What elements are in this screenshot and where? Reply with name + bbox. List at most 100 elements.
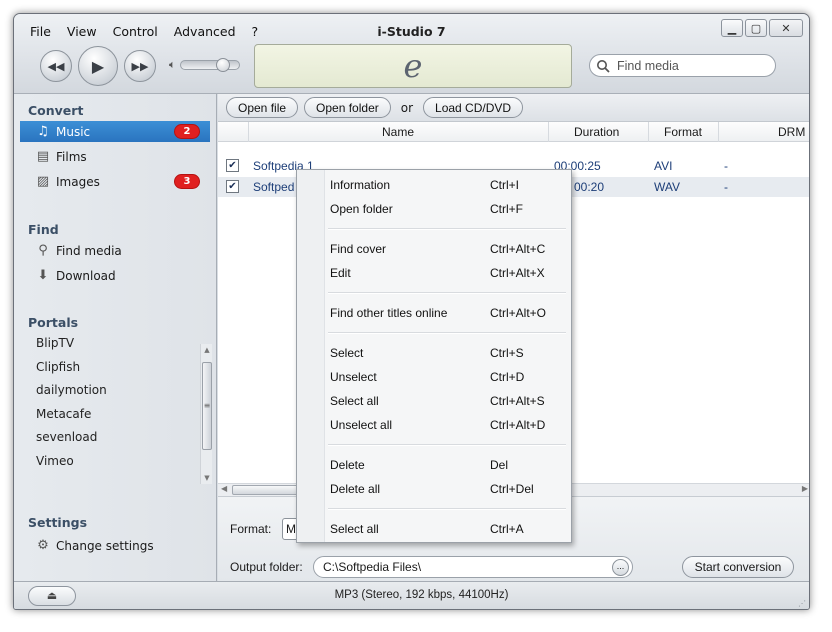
cell-name: Softped (253, 180, 295, 194)
column-header-duration[interactable]: Duration (574, 125, 619, 139)
sidebar-item-films[interactable]: ▤ Films (20, 146, 210, 167)
maximize-icon: ▢ (750, 21, 762, 35)
menu-item-label: Unselect all (330, 418, 393, 432)
menu-item-label: Unselect (330, 370, 377, 384)
scroll-up-icon[interactable]: ▲ (201, 346, 213, 354)
menu-item-shortcut: Ctrl+A (490, 522, 524, 536)
menu-item-open-folder[interactable]: Open folder Ctrl+F (330, 198, 568, 220)
table-header: Name Duration Format DRM (218, 122, 809, 142)
menu-bar: File View Control Advanced ? (22, 22, 266, 41)
sidebar-item-find-media[interactable]: ⚲ Find media (20, 240, 210, 261)
minimize-button[interactable]: ▁ (721, 19, 743, 37)
rewind-icon: ◀◀ (47, 59, 65, 73)
menu-separator (328, 444, 566, 446)
menu-separator (328, 508, 566, 510)
open-file-button[interactable]: Open file (226, 97, 299, 118)
count-badge: 3 (174, 174, 200, 189)
output-folder-value: C:\Softpedia Files\ (323, 560, 422, 574)
cell-drm: - (724, 180, 728, 194)
portal-item-vimeo[interactable]: Vimeo (36, 454, 74, 468)
close-button[interactable]: ✕ (769, 19, 803, 37)
sidebar-item-label: Images (56, 174, 100, 189)
search-input[interactable] (615, 57, 765, 74)
row-checkbox[interactable]: ✔ (226, 180, 239, 193)
row-checkbox[interactable]: ✔ (226, 159, 239, 172)
load-cd-dvd-button[interactable]: Load CD/DVD (423, 97, 524, 118)
column-header-name[interactable]: Name (382, 125, 414, 139)
scroll-down-icon[interactable]: ▼ (201, 474, 213, 482)
menu-item-information[interactable]: Information Ctrl+I (330, 174, 568, 196)
menu-help[interactable]: ? (244, 22, 267, 41)
portal-item-clipfish[interactable]: Clipfish (36, 360, 80, 374)
music-note-icon: ♫ (37, 124, 49, 139)
sidebar-item-label: Find media (56, 243, 122, 258)
image-icon: ▨ (36, 174, 50, 189)
sidebar-item-images[interactable]: ▨ Images 3 (20, 171, 210, 192)
open-folder-button[interactable]: Open folder (304, 97, 391, 118)
menu-item-shortcut: Ctrl+S (490, 346, 524, 360)
menu-item-label: Delete (330, 458, 365, 472)
context-menu: Information Ctrl+I Open folder Ctrl+F Fi… (296, 169, 572, 543)
sidebar-item-change-settings[interactable]: ⚙ Change settings (20, 535, 210, 556)
app-logo: e (403, 47, 423, 85)
status-bar: ⏏ MP3 (Stereo, 192 kbps, 44100Hz) ⋰ (14, 581, 809, 609)
menu-view[interactable]: View (59, 22, 105, 41)
portal-item-sevenload[interactable]: sevenload (36, 430, 97, 444)
resize-grip-icon[interactable]: ⋰ (798, 599, 806, 608)
menu-item-select[interactable]: Select Ctrl+S (330, 342, 568, 364)
scrollbar-thumb[interactable] (232, 485, 302, 495)
menu-item-shortcut: Ctrl+Alt+C (490, 242, 546, 256)
menu-control[interactable]: Control (105, 22, 166, 41)
sidebar-item-music[interactable]: ♫ Music 2 (20, 121, 210, 142)
portals-scrollbar[interactable]: ▲ ≡ ▼ (200, 344, 212, 484)
previous-button[interactable]: ◀◀ (40, 50, 72, 82)
output-folder-label: Output folder: (230, 560, 303, 574)
column-header-drm[interactable]: DRM (778, 125, 805, 139)
volume-slider-knob[interactable] (215, 58, 230, 72)
column-header-format[interactable]: Format (664, 125, 702, 139)
next-button[interactable]: ▶▶ (124, 50, 156, 82)
search-box[interactable] (589, 54, 776, 77)
sidebar: Convert ♫ Music 2 ▤ Films ▨ Images 3 Fin… (14, 94, 217, 581)
cell-format: WAV (654, 180, 680, 194)
cell-duration: 00:20 (574, 180, 605, 194)
film-icon: ▤ (36, 149, 50, 164)
portal-item-bliptv[interactable]: BlipTV (36, 336, 74, 350)
menu-item-find-cover[interactable]: Find cover Ctrl+Alt+C (330, 238, 568, 260)
menu-item-edit[interactable]: Edit Ctrl+Alt+X (330, 262, 568, 284)
maximize-button[interactable]: ▢ (745, 19, 767, 37)
portal-item-metacafe[interactable]: Metacafe (36, 407, 91, 421)
volume-slider[interactable] (179, 58, 240, 72)
download-icon: ⬇ (37, 268, 49, 283)
play-button[interactable]: ▶ (78, 46, 118, 86)
section-heading-convert: Convert (28, 103, 84, 118)
menu-item-delete[interactable]: Delete Del (330, 454, 568, 476)
section-heading-settings: Settings (28, 515, 88, 530)
menu-item-unselect[interactable]: Unselect Ctrl+D (330, 366, 568, 388)
top-chrome: File View Control Advanced ? i-Studio 7 … (14, 14, 809, 94)
menu-item-unselect-all[interactable]: Unselect all Ctrl+Alt+D (330, 414, 568, 436)
menu-item-shortcut: Ctrl+Alt+D (490, 418, 546, 432)
menu-advanced[interactable]: Advanced (166, 22, 244, 41)
section-heading-portals: Portals (28, 315, 79, 330)
start-conversion-button[interactable]: Start conversion (682, 556, 794, 578)
context-menu-gutter (297, 170, 325, 542)
sidebar-item-download[interactable]: ⬇ Download (20, 265, 210, 286)
format-label: Format: (230, 522, 272, 536)
now-playing-display: e (254, 44, 572, 88)
window-controls: ▁ ▢ ✕ (721, 19, 803, 37)
menu-file[interactable]: File (22, 22, 59, 41)
browse-button[interactable]: ... (612, 559, 629, 576)
menu-item-delete-all[interactable]: Delete all Ctrl+Del (330, 478, 568, 500)
scrollbar-thumb[interactable]: ≡ (202, 362, 212, 450)
output-folder-field[interactable]: C:\Softpedia Files\ ... (313, 556, 633, 578)
menu-separator (328, 332, 566, 334)
scroll-right-icon[interactable]: ▶ (802, 484, 808, 493)
column-divider (248, 122, 249, 142)
menu-item-select-all-rows[interactable]: Select all Ctrl+A (330, 518, 568, 540)
sidebar-item-label: Music (56, 124, 91, 139)
menu-item-select-all[interactable]: Select all Ctrl+Alt+S (330, 390, 568, 412)
portal-item-dailymotion[interactable]: dailymotion (36, 383, 107, 397)
scroll-left-icon[interactable]: ◀ (221, 484, 227, 493)
menu-item-find-other-titles-online[interactable]: Find other titles online Ctrl+Alt+O (330, 302, 568, 324)
